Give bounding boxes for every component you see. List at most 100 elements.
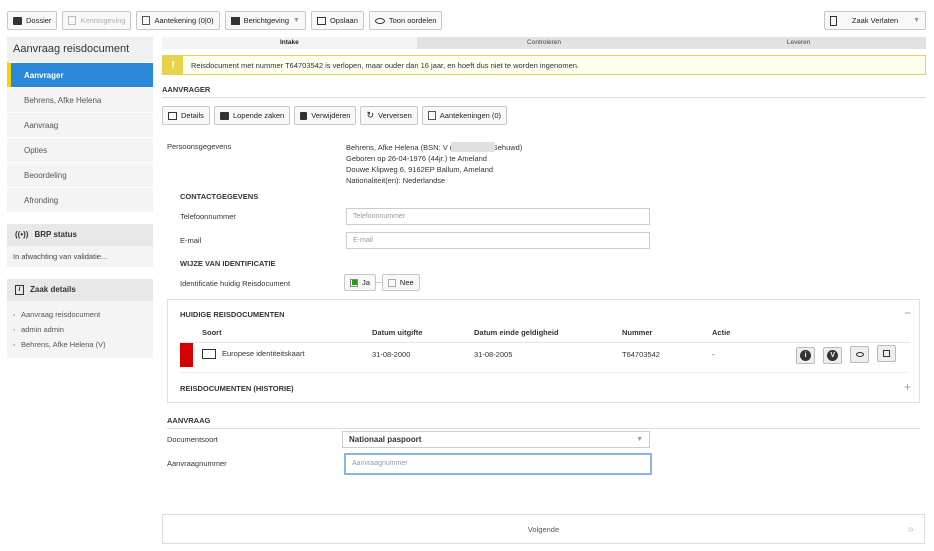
nee-option[interactable]: Nee (381, 274, 420, 291)
persoonsgegevens-details: Behrens, Afke Helena (BSN: V (vrouwelijk… (346, 142, 522, 186)
sidebar-title: Aanvraag reisdocument (7, 37, 153, 62)
email-label: E-mail (180, 236, 202, 245)
note-icon (68, 16, 77, 25)
status-indicator (180, 342, 193, 367)
email-input[interactable]: E-mail (346, 232, 650, 249)
toolbar: Dossier Kennisgeving Aantekening (0|0) B… (7, 11, 443, 30)
historie-heading[interactable]: REISDOCUMENTEN (HISTORIE) (180, 384, 294, 393)
view-button[interactable] (850, 346, 870, 363)
actie-cell: - i V (712, 342, 910, 367)
status-cell (180, 342, 202, 367)
folder-icon (13, 16, 22, 25)
step-leveren[interactable]: Leveren (671, 37, 926, 49)
eye-icon (855, 352, 864, 357)
save-icon (316, 16, 326, 25)
aantekening-button[interactable]: Aantekening (0|0) (136, 11, 220, 30)
brp-title: BRP status (34, 230, 77, 239)
aanvraag-heading: AANVRAAG (167, 416, 920, 429)
persoon-line: Nationaliteit(en): Nederlandse (346, 176, 446, 185)
opslaan-button[interactable]: Opslaan (310, 11, 364, 30)
zaak-details-header: i Zaak details (7, 279, 153, 301)
verify-button[interactable]: V (823, 347, 843, 364)
select-button[interactable] (877, 345, 897, 362)
opslaan-label: Opslaan (329, 16, 358, 25)
eye-icon (374, 17, 385, 24)
sidebar-item-aanvraag[interactable]: Aanvraag (7, 112, 153, 137)
bsn-redaction (451, 142, 495, 152)
info-icon: i (15, 285, 24, 295)
kennisgeving-button[interactable]: Kennisgeving (62, 11, 132, 30)
aanvraagnummer-input[interactable]: Aanvraagnummer (344, 453, 652, 475)
table-row: Europese identiteitskaart 31-08-2000 31-… (180, 342, 910, 367)
ja-option[interactable]: Ja (344, 274, 376, 291)
telefoon-input[interactable]: Telefoonnummer (346, 208, 650, 225)
collapse-icon[interactable]: − (904, 306, 911, 320)
info-icon: i (800, 350, 812, 361)
aanvrager-heading: AANVRAGER (162, 85, 926, 98)
brp-status: In afwachting van validatie... (7, 246, 153, 267)
verwijderen-button[interactable]: Verwijderen (294, 106, 357, 125)
persoonsgegevens-label: Persoonsgegevens (167, 142, 232, 151)
sidebar-item-aanvrager[interactable]: Aanvrager (7, 62, 153, 87)
unchecked-icon (387, 278, 396, 287)
trash-icon (300, 111, 308, 120)
documentsoort-select[interactable]: Nationaal paspoort ▼ (342, 431, 650, 448)
main-content: Intake Controleren Leveren ! Reisdocumen… (162, 37, 926, 544)
step-controleren[interactable]: Controleren (417, 37, 672, 49)
details-button[interactable]: Details (162, 106, 210, 125)
lopende-zaken-button[interactable]: Lopende zaken (213, 106, 291, 125)
documentsoort-value: Nationaal paspoort (349, 435, 422, 444)
chevron-down-icon: ▼ (913, 17, 920, 24)
info-button[interactable]: i (796, 347, 816, 364)
zaak-verlaten-label: Zaak Verlaten (851, 16, 899, 25)
table-header-status (180, 324, 202, 342)
identificatie-toggle: Ja Nee (344, 274, 420, 291)
sidebar-item-behrens[interactable]: Behrens, Afke Helena (7, 87, 153, 112)
sidebar-item-beoordeling[interactable]: Beoordeling (7, 162, 153, 187)
sidebar-item-opties[interactable]: Opties (7, 137, 153, 162)
brp-panel-header: ((•)) BRP status (7, 224, 153, 246)
details-label: Details (181, 111, 204, 120)
briefcase-icon (219, 111, 229, 120)
id-card-icon (202, 348, 216, 359)
kennisgeving-label: Kennisgeving (80, 16, 126, 25)
sidebar-item-afronding[interactable]: Afronding (7, 187, 153, 212)
persoon-line: Geboren op 26-04-1976 (44jr.) te Ameland (346, 154, 487, 163)
door-icon (830, 15, 837, 26)
chevron-down-icon: ▼ (636, 436, 643, 443)
aanvrager-actions: Details Lopende zaken Verwijderen ↻ Verve… (162, 106, 926, 125)
warning-icon: ! (163, 56, 183, 74)
persoon-line: Behrens, Afke Helena (BSN: V (vrouwelijk… (346, 143, 523, 152)
signal-icon: ((•)) (15, 230, 29, 239)
table-header-nummer: Nummer (622, 328, 653, 338)
refresh-icon: ↻ (366, 110, 374, 120)
persoon-line: Douwe Klipweg 6, 9162EP Ballum, Ameland (346, 165, 494, 174)
aantekeningen-label: Aantekeningen (0) (439, 111, 502, 120)
square-icon (883, 350, 891, 357)
aanvraagnummer-label: Aanvraagnummer (167, 459, 227, 468)
aantekening-label: Aantekening (0|0) (154, 16, 214, 25)
dossier-button[interactable]: Dossier (7, 11, 58, 30)
table-header-actie: Actie (712, 328, 731, 338)
id-card-icon (168, 111, 177, 120)
expand-icon[interactable]: + (904, 380, 911, 394)
step-intake[interactable]: Intake (162, 37, 417, 49)
table-header-uitgifte: Datum uitgifte (372, 328, 423, 338)
verwijderen-label: Verwijderen (311, 111, 351, 120)
volgende-button[interactable]: Volgende » (162, 514, 925, 544)
mail-icon (230, 16, 240, 25)
aantekeningen-button[interactable]: Aantekeningen (0) (421, 106, 508, 125)
zaak-details-title: Zaak details (30, 285, 76, 294)
toon-oordelen-button[interactable]: Toon oordelen (368, 11, 443, 30)
dossier-label: Dossier (26, 16, 52, 25)
einde-cell: 31-08-2005 (474, 350, 513, 359)
berichtgeving-button[interactable]: Berichtgeving ▼ (224, 11, 306, 30)
table-header-einde: Datum einde geldigheid (474, 328, 559, 338)
zaak-detail-item: Aanvraag reisdocument (13, 307, 147, 322)
huidige-reisdocumenten-heading: HUIDIGE REISDOCUMENTEN (180, 310, 285, 319)
identificatie-label: Identificatie huidig Reisdocument (180, 279, 291, 288)
documentsoort-label: Documentsoort (167, 435, 218, 444)
verversen-label: Verversen (377, 111, 412, 120)
verversen-button[interactable]: ↻ Verversen (360, 106, 418, 125)
zaak-verlaten-button[interactable]: Zaak Verlaten ▼ (824, 11, 926, 30)
